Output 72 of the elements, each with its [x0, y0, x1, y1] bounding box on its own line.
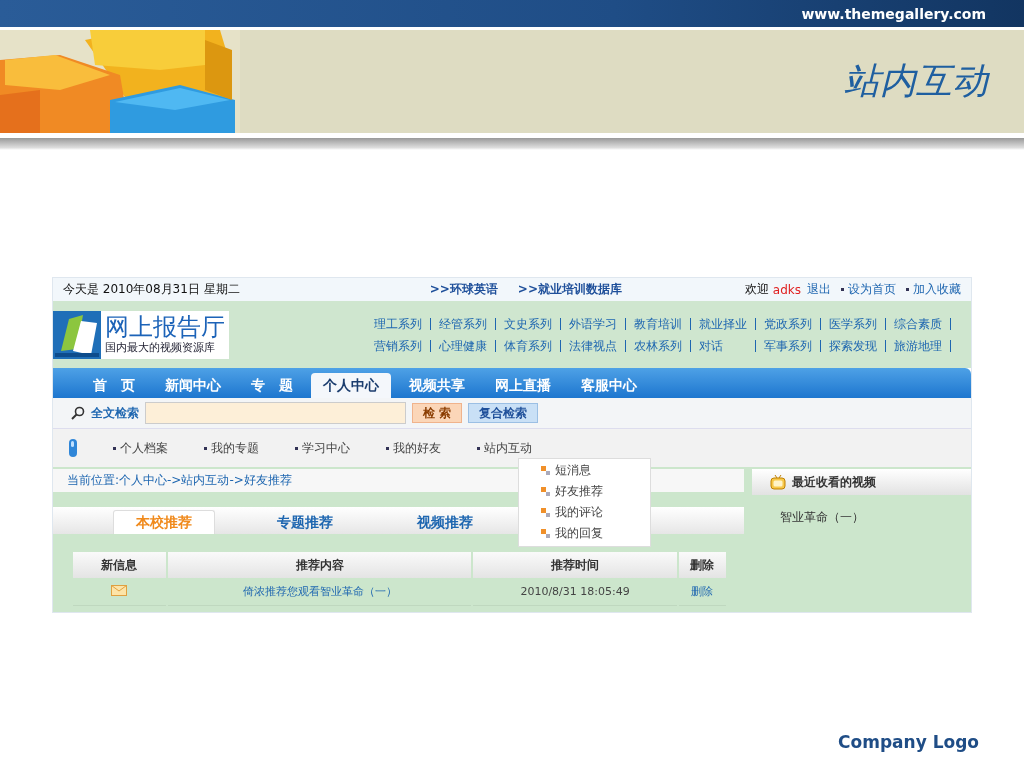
- dropdown-item[interactable]: 好友推荐: [519, 481, 650, 502]
- envelope-icon: [111, 584, 128, 596]
- content-tab[interactable]: 专题推荐: [255, 511, 355, 534]
- dropdown-item[interactable]: 我的评论: [519, 502, 650, 523]
- category-link[interactable]: 理工系列: [366, 317, 431, 330]
- category-link[interactable]: 医学系列: [821, 317, 886, 330]
- search-button[interactable]: 检 索: [412, 403, 463, 423]
- nav-tab[interactable]: 专 题: [239, 373, 305, 398]
- dropdown-item[interactable]: 我的回复: [519, 523, 650, 544]
- content-tab[interactable]: 视频推荐: [395, 511, 495, 534]
- nav-tab[interactable]: 首 页: [81, 373, 147, 398]
- company-logo-text: Company Logo: [838, 732, 979, 752]
- logout-link[interactable]: 退出: [807, 281, 831, 298]
- content-tab[interactable]: 本校推荐: [113, 510, 215, 534]
- column-header: 推荐内容: [167, 552, 472, 578]
- category-link[interactable]: 心理健康: [431, 339, 496, 352]
- dropdown-item[interactable]: 短消息: [519, 460, 650, 481]
- square-bullet-icon: [541, 529, 550, 538]
- breadcrumb: 当前位置:个人中心->站内互动->好友推荐: [67, 472, 292, 489]
- sidebar-title: 最近收看的视频: [792, 473, 877, 491]
- nav-tab[interactable]: 视频共享: [397, 373, 477, 398]
- table-cell: 2010/8/31 18:05:49: [473, 578, 677, 606]
- site-url: www.themegallery.com: [801, 5, 986, 22]
- date-text: 今天是 2010年08月31日 星期二: [63, 281, 240, 298]
- category-link[interactable]: 经管系列: [431, 317, 496, 330]
- square-bullet-icon: [541, 466, 550, 475]
- capsule-icon: [69, 439, 77, 457]
- column-header: 新信息: [73, 552, 166, 578]
- category-link[interactable]: 就业择业: [691, 317, 756, 330]
- square-bullet-icon: [541, 508, 550, 517]
- nav-tab[interactable]: 网上直播: [483, 373, 563, 398]
- category-link[interactable]: 党政系列: [756, 317, 821, 330]
- action-link[interactable]: 设为首页: [841, 281, 896, 298]
- category-link[interactable]: 旅游地理: [886, 339, 951, 352]
- category-link[interactable]: 体育系列: [496, 339, 561, 352]
- submenu-item[interactable]: 学习中心: [295, 439, 350, 457]
- tv-icon: [770, 474, 787, 490]
- search-icon: [71, 406, 85, 420]
- advanced-search-button[interactable]: 复合检索: [468, 403, 539, 423]
- category-link[interactable]: 军事系列: [756, 339, 821, 352]
- submenu-item[interactable]: 我的专题: [204, 439, 259, 457]
- submenu-item[interactable]: 站内互动: [477, 439, 532, 457]
- video-link[interactable]: 智业革命（一）: [780, 509, 971, 526]
- search-label: 全文检索: [91, 404, 139, 422]
- category-link[interactable]: 营销系列: [366, 339, 431, 352]
- category-link[interactable]: 对话: [691, 339, 756, 352]
- top-link[interactable]: >>就业培训数据库: [517, 281, 622, 298]
- nav-tab[interactable]: 新闻中心: [153, 373, 233, 398]
- welcome-text: 欢迎: [744, 281, 769, 298]
- delete-link[interactable]: 删除: [678, 578, 726, 606]
- logo-subtitle: 国内最大的视频资源库: [105, 340, 216, 355]
- nav-tab[interactable]: 客服中心: [569, 373, 649, 398]
- submenu-item[interactable]: 我的好友: [386, 439, 441, 457]
- category-link[interactable]: 探索发现: [821, 339, 886, 352]
- category-link[interactable]: 综合素质: [886, 317, 951, 330]
- nav-tab[interactable]: 个人中心: [311, 373, 391, 398]
- logo-title: 网上报告厅: [105, 314, 225, 340]
- column-header: 推荐时间: [473, 552, 677, 578]
- category-link[interactable]: 农林系列: [626, 339, 691, 352]
- action-link[interactable]: 加入收藏: [906, 281, 961, 298]
- category-link[interactable]: 教育培训: [626, 317, 691, 330]
- category-link[interactable]: 文史系列: [496, 317, 561, 330]
- table-cell[interactable]: 倚浓推荐您观看智业革命（一）: [167, 578, 472, 606]
- category-link[interactable]: 外语学习: [561, 317, 626, 330]
- category-link[interactable]: 法律视点: [561, 339, 626, 352]
- square-bullet-icon: [541, 487, 550, 496]
- top-link[interactable]: >>环球英语: [429, 281, 498, 298]
- search-field[interactable]: [145, 402, 406, 424]
- slide-title: 站内互动: [844, 59, 988, 103]
- submenu-item[interactable]: 个人档案: [113, 439, 168, 457]
- username-link[interactable]: adks: [772, 282, 801, 297]
- column-header: 删除: [678, 552, 726, 578]
